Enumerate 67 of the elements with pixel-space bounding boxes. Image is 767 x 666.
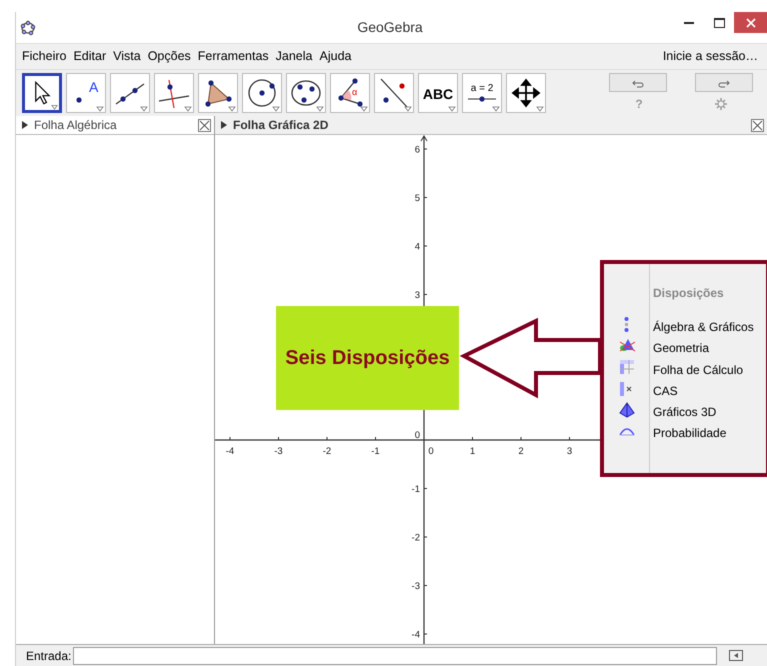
layout-option[interactable]: Geometria [653,339,754,361]
menu-item[interactable]: Opções [146,47,193,66]
layout-option[interactable]: Álgebra & Gráficos [653,318,754,340]
tool-button[interactable]: a = 2 [462,73,502,113]
layout-option[interactable]: Gráficos 3D [653,403,754,424]
collapse-icon[interactable] [22,121,28,129]
panel-title: Folha Gráfica 2D [233,117,328,134]
keyboard-toggle-icon[interactable] [729,650,743,661]
input-field[interactable] [73,646,717,664]
dots-icon [624,317,629,332]
tool-button[interactable] [110,73,150,113]
login-link[interactable]: Inicie a sessão… [660,47,760,66]
collapse-icon[interactable] [221,121,227,129]
axis-label: -4 [226,446,234,457]
axis-label: 1 [470,446,476,457]
tool-button[interactable] [198,73,238,113]
menu-item[interactable]: Ficheiro [20,47,68,66]
menu-item[interactable]: Editar [71,47,108,66]
undo-icon [632,80,644,88]
shapes-icon [618,338,634,354]
axis-label: -3 [274,446,283,457]
pyramid-icon [618,402,634,418]
tool-button[interactable] [22,73,62,113]
tool-button[interactable] [242,73,282,113]
axis-label: -2 [412,532,420,544]
tool-button[interactable] [154,73,194,113]
tool-button[interactable] [286,73,326,113]
axis-label: -3 [412,581,420,592]
axis-label: -4 [412,630,420,640]
axis-label: 6 [414,144,420,156]
tool-button[interactable]: α [330,73,370,113]
axis-label: 0 [414,430,420,441]
layout-option[interactable]: CAS [653,382,754,404]
maximize-icon [714,18,724,28]
menu-item[interactable]: Vista [111,47,143,66]
menu-item[interactable]: Janela [274,47,314,66]
axis-label: -1 [371,446,380,457]
menu-item[interactable]: Ajuda [318,47,354,66]
redo-icon [718,80,730,88]
axis-label: -1 [412,484,420,495]
callout-label: Seis Disposições [276,306,459,410]
axis-label: 3 [566,446,572,457]
tool-button[interactable]: A [66,73,106,113]
minimize-icon [684,22,694,24]
close-icon [746,18,756,28]
menu-heading: Disposições [653,285,725,302]
layout-option[interactable]: Probabilidade [653,424,754,446]
layout-option[interactable]: Folha de Cálculo [653,360,754,382]
window-title: GeoGebra [356,18,423,37]
axis-label: 3 [414,290,420,301]
close-icon[interactable] [751,118,764,132]
grid-icon [618,359,634,376]
cas-icon [618,380,634,397]
tool-button[interactable]: ABC [418,73,458,113]
panel-title: Folha Algébrica [34,117,117,134]
axis-label: 2 [518,446,524,457]
axis-label: 4 [414,242,420,252]
input-label: Entrada: [26,648,72,664]
close-button[interactable] [734,12,767,33]
tool-button[interactable] [374,73,414,113]
axis-label: 5 [414,193,420,204]
menu-item[interactable]: Ferramentas [196,47,271,66]
close-icon[interactable] [198,118,211,132]
axis-label: -2 [322,446,332,457]
tool-button[interactable] [506,73,546,113]
axis-label: 0 [428,446,434,457]
app-logo-icon [20,20,36,36]
